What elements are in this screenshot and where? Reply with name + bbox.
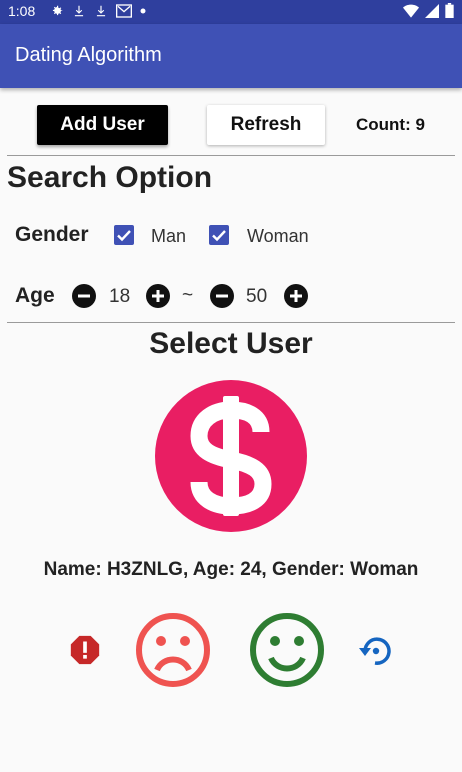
- check-icon: [117, 230, 131, 242]
- add-user-label: Add User: [60, 114, 145, 135]
- check-icon: [212, 230, 226, 242]
- age-min-value: 18: [109, 286, 131, 307]
- dot-icon: [140, 8, 146, 14]
- restore-icon: [359, 637, 391, 665]
- woman-checkbox[interactable]: [209, 225, 229, 245]
- age-max-value: 50: [246, 286, 268, 307]
- user-avatar: [155, 380, 307, 532]
- undo-button[interactable]: [356, 632, 394, 670]
- plus-circle-icon: [146, 284, 170, 308]
- dollar-icon: [155, 380, 307, 532]
- age-max-increase-button[interactable]: [284, 284, 308, 308]
- dislike-button[interactable]: [135, 612, 211, 688]
- man-label[interactable]: Man: [151, 226, 186, 247]
- download-icon: [96, 5, 106, 17]
- status-bar: 1:08: [0, 0, 462, 24]
- user-count: Count: 9: [356, 115, 425, 134]
- man-checkbox[interactable]: [114, 225, 134, 245]
- woman-label[interactable]: Woman: [247, 226, 309, 247]
- sad-face-icon: [136, 613, 210, 687]
- user-info: Name: H3ZNLG, Age: 24, Gender: Woman: [43, 559, 419, 580]
- divider: [7, 155, 455, 156]
- gender-label: Gender: [15, 223, 89, 246]
- gear-icon: [52, 5, 63, 16]
- search-option-title: Search Option: [7, 161, 213, 194]
- age-max-decrease-button[interactable]: [210, 284, 234, 308]
- app-title: Dating Algorithm: [15, 44, 162, 66]
- wifi-icon: [403, 4, 419, 18]
- minus-circle-icon: [72, 284, 96, 308]
- like-button[interactable]: [249, 612, 325, 688]
- add-user-button[interactable]: Add User: [37, 105, 168, 145]
- age-range-separator: ~: [182, 285, 194, 306]
- gmail-icon: [116, 4, 132, 18]
- battery-icon: [445, 3, 454, 18]
- refresh-label: Refresh: [230, 114, 302, 135]
- age-min-increase-button[interactable]: [146, 284, 170, 308]
- status-time: 1:08: [8, 3, 36, 19]
- download-icon: [74, 5, 84, 17]
- divider: [7, 322, 455, 323]
- app-bar: Dating Algorithm: [0, 24, 462, 88]
- age-min-decrease-button[interactable]: [72, 284, 96, 308]
- minus-circle-icon: [210, 284, 234, 308]
- plus-circle-icon: [284, 284, 308, 308]
- report-icon: [70, 635, 100, 665]
- refresh-button[interactable]: Refresh: [207, 105, 325, 145]
- happy-face-icon: [250, 613, 324, 687]
- age-label: Age: [15, 284, 55, 307]
- report-button[interactable]: [68, 633, 102, 667]
- select-user-title: Select User: [149, 327, 313, 360]
- signal-icon: [425, 3, 439, 18]
